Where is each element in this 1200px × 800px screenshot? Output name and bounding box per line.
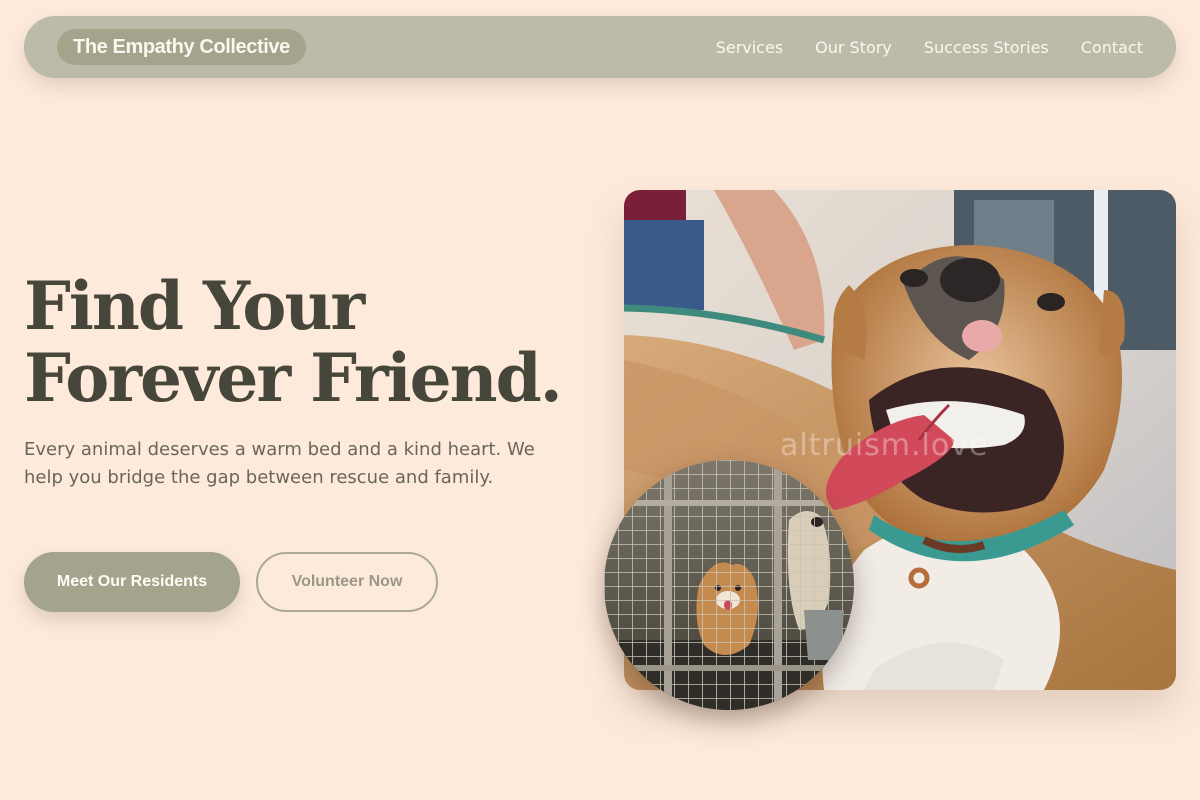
nav-link-success-stories[interactable]: Success Stories [924,38,1049,57]
hero-subtitle: Every animal deserves a warm bed and a k… [24,439,535,488]
hero-title: Find Your Forever Friend. [24,267,563,417]
hero-title-line-1: Find Your [24,267,365,345]
kennel-dogs-photo [604,460,854,710]
nav-links: Services Our Story Success Stories Conta… [716,16,1143,78]
hero-title-line-2: Forever Friend. [24,339,563,417]
top-navigation-bar: The Empathy Collective Services Our Stor… [24,16,1176,78]
photo-watermark: altruism.love [780,428,989,463]
meet-our-residents-button[interactable]: Meet Our Residents [24,552,240,612]
kennel-dogs-illustration [604,460,854,710]
nav-link-contact[interactable]: Contact [1081,38,1143,57]
nav-link-our-story[interactable]: Our Story [815,38,892,57]
brand-logo[interactable]: The Empathy Collective [57,29,306,65]
nav-link-services[interactable]: Services [716,38,783,57]
volunteer-now-button[interactable]: Volunteer Now [256,552,438,612]
